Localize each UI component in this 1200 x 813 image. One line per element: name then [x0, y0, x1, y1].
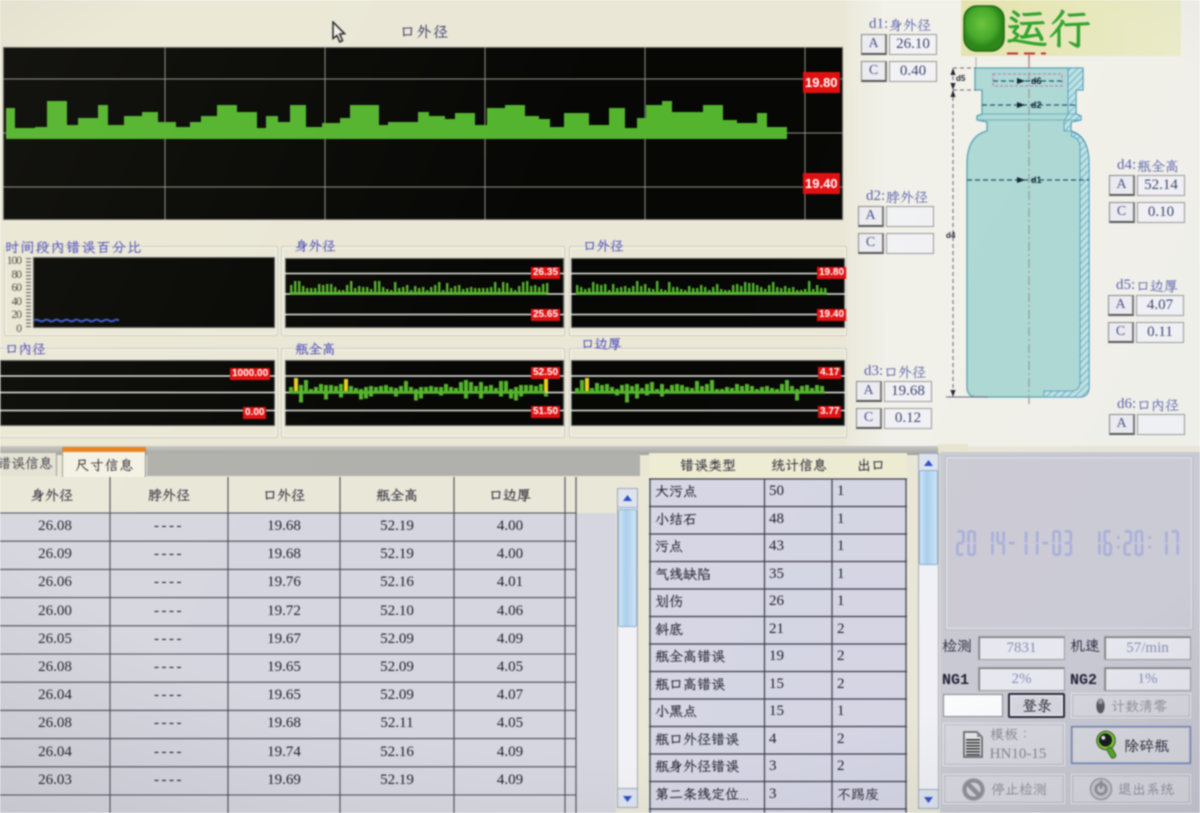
svg-text:d6: d6: [1031, 76, 1042, 86]
svg-text:d4: d4: [946, 231, 956, 240]
svg-text:d5: d5: [956, 74, 966, 83]
svg-text:d1: d1: [1031, 175, 1042, 185]
svg-text:d2: d2: [1031, 100, 1042, 110]
